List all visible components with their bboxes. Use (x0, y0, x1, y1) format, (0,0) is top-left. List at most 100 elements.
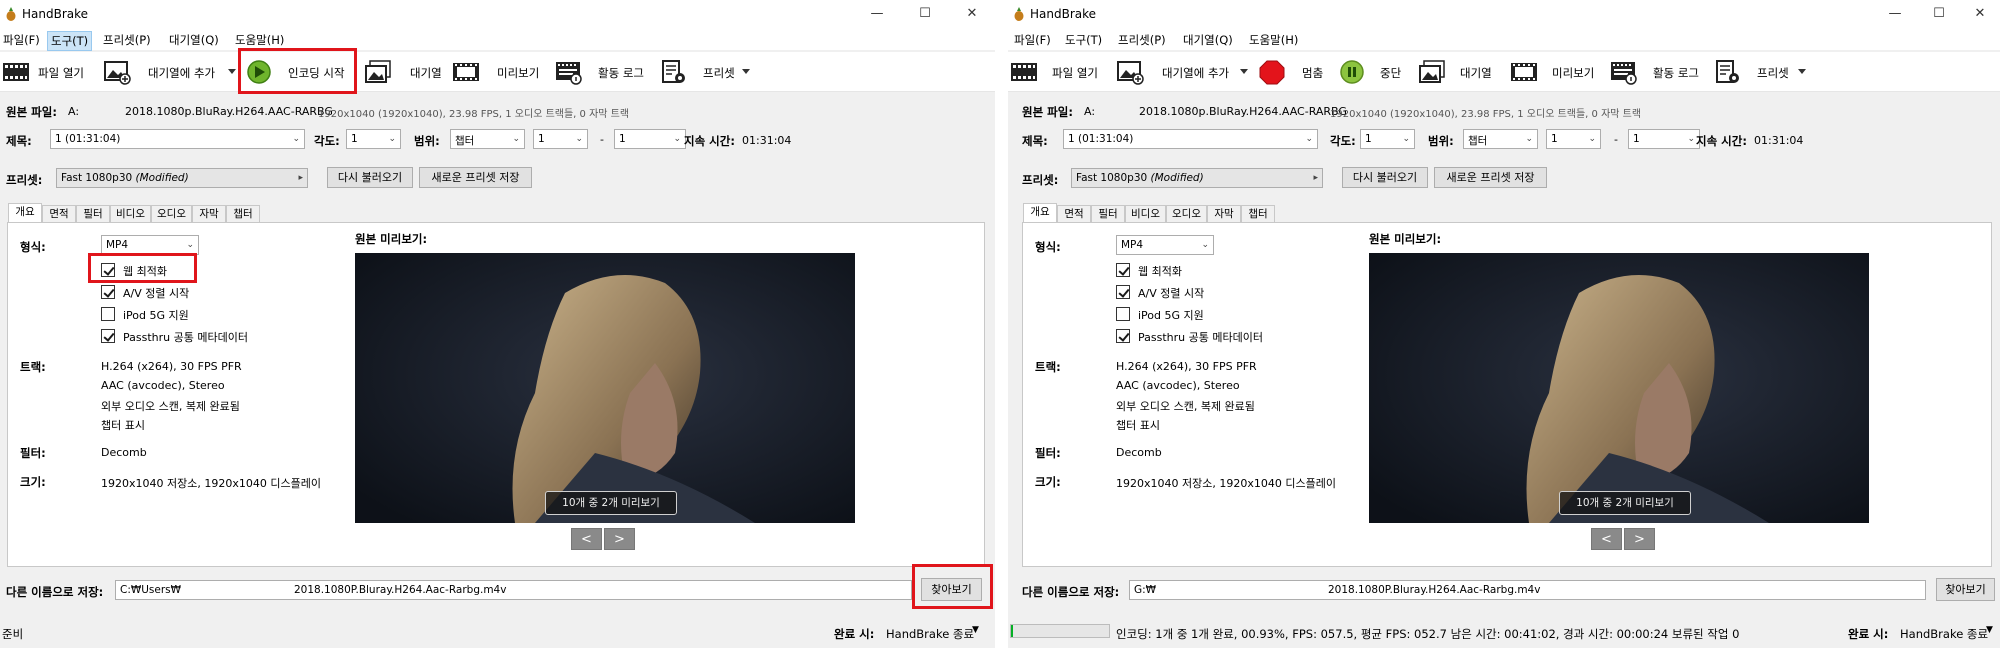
preview-label[interactable]: 미리보기 (1552, 65, 1594, 81)
format-select[interactable]: MP4 ⌄ (101, 235, 199, 255)
presets-label[interactable]: 프리셋 (703, 65, 735, 81)
title-select[interactable]: 1 (01:31:04) ⌄ (1063, 129, 1318, 149)
tab-filters[interactable]: 필터 (1091, 205, 1125, 223)
tab-subtitles[interactable]: 자막 (192, 205, 226, 223)
add-to-queue-label[interactable]: 대기열에 추가 (148, 65, 215, 81)
preview-label[interactable]: 미리보기 (497, 65, 539, 81)
tab-video[interactable]: 비디오 (1125, 205, 1166, 223)
log-icon[interactable] (1610, 59, 1638, 85)
add-image-icon[interactable] (103, 59, 131, 85)
ipod-5g-checkbox[interactable] (1116, 307, 1130, 321)
when-done-select[interactable]: HandBrake 종료 (1900, 626, 1988, 642)
activity-log-label[interactable]: 활동 로그 (598, 65, 644, 81)
open-file-label[interactable]: 파일 열기 (38, 65, 84, 81)
maximize-button[interactable]: ☐ (910, 4, 940, 24)
menu-queue[interactable]: 대기열(Q) (1180, 31, 1236, 49)
tab-audio[interactable]: 오디오 (151, 205, 192, 223)
add-image-icon[interactable] (1116, 59, 1144, 85)
ipod-5g-label: iPod 5G 지원 (1138, 309, 1204, 322)
film-icon[interactable] (1010, 59, 1038, 85)
chevron-down-icon[interactable]: ▼ (972, 625, 979, 635)
title-select[interactable]: 1 (01:31:04) ⌄ (50, 129, 305, 149)
menu-presets[interactable]: 프리셋(P) (100, 31, 154, 49)
stop-icon[interactable] (1258, 59, 1286, 85)
tab-audio[interactable]: 오디오 (1166, 205, 1207, 223)
close-button[interactable]: ✕ (1965, 4, 1995, 24)
tab-dimensions[interactable]: 면적 (42, 205, 76, 223)
pause-label[interactable]: 중단 (1380, 65, 1401, 81)
angle-select[interactable]: 1 ⌄ (1360, 129, 1415, 149)
format-select[interactable]: MP4 ⌄ (1116, 235, 1214, 255)
preset-icon[interactable] (1714, 59, 1742, 85)
tab-subtitles[interactable]: 자막 (1207, 205, 1241, 223)
preview-icon[interactable] (452, 59, 480, 85)
browse-button[interactable]: 찾아보기 (1936, 578, 1995, 601)
menu-tools[interactable]: 도구(T) (47, 31, 93, 51)
prev-preview-button[interactable]: < (1591, 528, 1622, 550)
tab-filters[interactable]: 필터 (76, 205, 110, 223)
add-to-queue-label[interactable]: 대기열에 추가 (1162, 65, 1229, 81)
web-optimized-checkbox[interactable] (1116, 263, 1130, 277)
pause-icon[interactable] (1338, 59, 1366, 85)
preview-icon[interactable] (1510, 59, 1538, 85)
save-new-preset-button[interactable]: 새로운 프리셋 저장 (1434, 167, 1547, 188)
queue-icon[interactable] (364, 59, 392, 85)
reload-button[interactable]: 다시 불러오기 (327, 167, 413, 188)
pineapple-app-icon (6, 7, 16, 21)
preset-select[interactable]: Fast 1080p30 (Modified) ▸ (1071, 168, 1323, 188)
chevron-down-icon[interactable]: ▼ (1986, 625, 1993, 635)
next-preview-button[interactable]: > (1624, 528, 1655, 550)
reload-button[interactable]: 다시 불러오기 (1342, 167, 1428, 188)
save-as-path-input[interactable]: C:₩Users₩ 2018.1080P.Bluray.H264.Aac-Rarb… (115, 580, 912, 600)
menu-help[interactable]: 도움말(H) (1246, 31, 1301, 49)
chevron-down-icon[interactable] (1798, 69, 1806, 74)
menu-queue[interactable]: 대기열(Q) (166, 31, 222, 49)
passthru-metadata-checkbox[interactable] (1116, 329, 1130, 343)
chevron-down-icon[interactable] (228, 69, 236, 74)
prev-preview-button[interactable]: < (571, 528, 602, 550)
film-icon[interactable] (2, 59, 30, 85)
minimize-button[interactable]: — (862, 4, 892, 24)
menu-presets[interactable]: 프리셋(P) (1115, 31, 1169, 49)
preset-icon[interactable] (660, 59, 688, 85)
open-file-label[interactable]: 파일 열기 (1052, 65, 1098, 81)
queue-label[interactable]: 대기열 (1460, 65, 1492, 81)
menu-help[interactable]: 도움말(H) (232, 31, 287, 49)
av-align-checkbox[interactable] (1116, 285, 1130, 299)
tab-chapters[interactable]: 챕터 (226, 205, 260, 223)
range-type-select[interactable]: 챕터 ⌄ (1463, 129, 1538, 149)
tab-summary[interactable]: 개요 (1023, 203, 1057, 224)
av-align-checkbox[interactable] (101, 285, 115, 299)
queue-icon[interactable] (1418, 59, 1446, 85)
passthru-metadata-checkbox[interactable] (101, 329, 115, 343)
maximize-button[interactable]: ☐ (1924, 4, 1954, 24)
range-from-select[interactable]: 1 ⌄ (1546, 129, 1601, 149)
angle-select[interactable]: 1 ⌄ (346, 129, 401, 149)
range-from-select[interactable]: 1 ⌄ (533, 129, 588, 149)
save-new-preset-button[interactable]: 새로운 프리셋 저장 (419, 167, 532, 188)
tab-dimensions[interactable]: 면적 (1057, 205, 1091, 223)
minimize-button[interactable]: — (1880, 4, 1910, 24)
chevron-down-icon[interactable] (742, 69, 750, 74)
ipod-5g-checkbox[interactable] (101, 307, 115, 321)
next-preview-button[interactable]: > (604, 528, 635, 550)
queue-label[interactable]: 대기열 (410, 65, 442, 81)
tab-video[interactable]: 비디오 (110, 205, 151, 223)
save-as-path-input[interactable]: G:₩ 2018.1080P.Bluray.H264.Aac-Rarbg.m4v (1129, 580, 1926, 600)
tab-summary[interactable]: 개요 (8, 203, 42, 224)
menu-file[interactable]: 파일(F) (0, 31, 43, 49)
preset-select[interactable]: Fast 1080p30 (Modified) ▸ (56, 168, 308, 188)
menu-file[interactable]: 파일(F) (1011, 31, 1054, 49)
activity-log-label[interactable]: 활동 로그 (1653, 65, 1699, 81)
range-to-select[interactable]: 1 ⌄ (1628, 129, 1700, 149)
presets-label[interactable]: 프리셋 (1757, 65, 1789, 81)
chevron-down-icon[interactable] (1240, 69, 1248, 74)
menu-tools[interactable]: 도구(T) (1062, 31, 1105, 49)
stop-label[interactable]: 멈춤 (1302, 65, 1323, 81)
range-to-select[interactable]: 1 ⌄ (614, 129, 686, 149)
close-button[interactable]: ✕ (957, 4, 987, 24)
tab-chapters[interactable]: 챕터 (1241, 205, 1275, 223)
range-type-select[interactable]: 챕터 ⌄ (450, 129, 525, 149)
log-icon[interactable] (555, 59, 583, 85)
when-done-select[interactable]: HandBrake 종료 (886, 626, 974, 642)
